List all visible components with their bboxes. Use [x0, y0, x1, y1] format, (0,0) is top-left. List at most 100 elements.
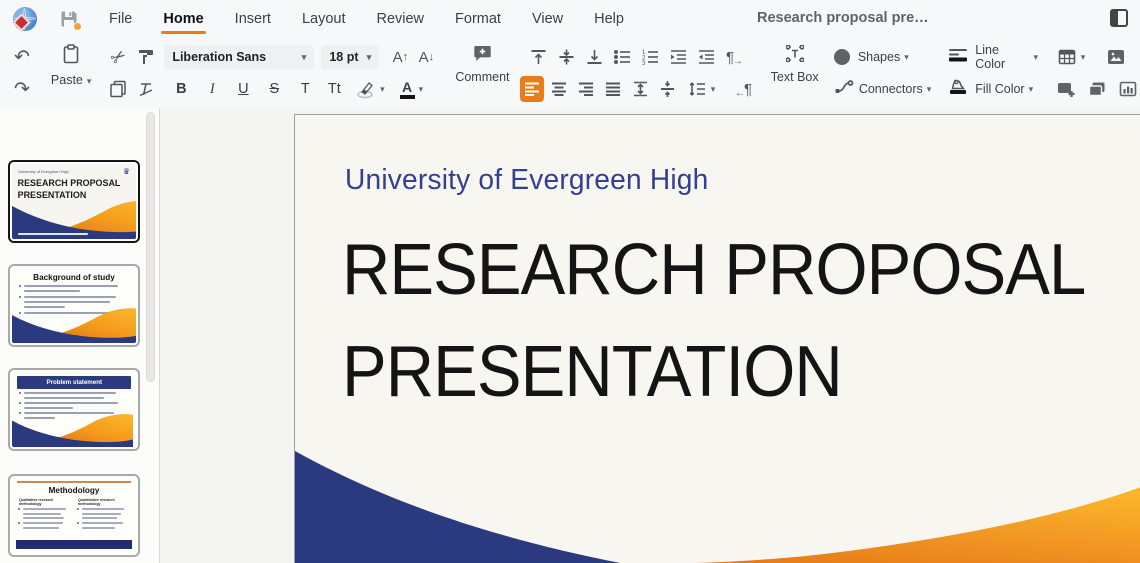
line-color-label: Line Color: [975, 43, 1006, 71]
align-right-button[interactable]: [574, 76, 598, 102]
highlight-caret-icon[interactable]: ▾: [380, 84, 385, 95]
panel-divider: [159, 108, 160, 563]
thumb3-wave-graphic: [12, 414, 134, 447]
slide-thumbnail-1[interactable]: University of Evergreen High ♛ RESEARCH …: [8, 160, 140, 243]
thumb2-title: Background of study: [33, 272, 115, 282]
text-box-button[interactable]: Text Box: [767, 38, 821, 84]
right-to-left-paragraph-button[interactable]: ← ¶: [731, 76, 755, 102]
font-family-select[interactable]: Liberation Sans ▾: [164, 44, 315, 70]
slide-title-text[interactable]: RESEARCH PROPOSAL PRESENTATION: [342, 219, 1086, 423]
menu-file[interactable]: File: [107, 2, 134, 36]
menu-home[interactable]: Home: [161, 2, 206, 36]
connectors-label: Connectors: [858, 82, 923, 96]
thumb2-wave-graphic: [12, 308, 136, 343]
paste-label: Paste: [50, 73, 83, 87]
change-case-button[interactable]: Tt: [322, 76, 346, 102]
line-color-caret-icon[interactable]: ▾: [1033, 52, 1038, 63]
line-color-button[interactable]: Line Color ▾: [947, 42, 1038, 72]
italic-button[interactable]: I: [199, 76, 225, 102]
connectors-caret-icon[interactable]: ▾: [927, 84, 932, 95]
left-to-right-paragraph-button[interactable]: ¶ →: [722, 44, 746, 70]
font-color-caret-icon[interactable]: ▾: [419, 84, 424, 95]
distribute-vertical-button[interactable]: [655, 76, 679, 102]
connector-icon: [834, 78, 854, 101]
copy-button[interactable]: [106, 76, 130, 102]
unsaved-indicator: [73, 22, 82, 31]
app-window: File Home Insert Layout Review Format Vi…: [0, 0, 1140, 563]
menu-review[interactable]: Review: [374, 2, 426, 36]
comment-label: Comment: [455, 70, 510, 84]
align-top-button[interactable]: [526, 44, 550, 70]
comment-button[interactable]: Comment: [452, 38, 512, 84]
insert-table-button[interactable]: ▾: [1054, 44, 1088, 70]
undo-button[interactable]: ↶: [10, 44, 34, 70]
app-logo-icon: [12, 7, 37, 32]
slide-thumbnail-panel: University of Evergreen High ♛ RESEARCH …: [0, 108, 159, 563]
line-spacing-button[interactable]: ▾: [682, 76, 720, 102]
paste-button[interactable]: Paste ▾: [44, 38, 98, 89]
font-color-button[interactable]: A ▾: [393, 76, 429, 102]
shapes-button[interactable]: Shapes ▾: [833, 42, 931, 72]
bullet-list-button[interactable]: [610, 44, 634, 70]
decrease-font-button[interactable]: A ↓: [414, 44, 438, 70]
sidebar-toggle-icon[interactable]: [1110, 9, 1128, 27]
crown-logo-icon: ♛: [122, 167, 130, 176]
align-center-button[interactable]: [547, 76, 571, 102]
thumb4-col1-heading: Qualitative research methodology: [19, 498, 54, 506]
redo-button[interactable]: ↷: [10, 76, 34, 102]
align-left-button[interactable]: [520, 76, 545, 102]
menu-insert[interactable]: Insert: [233, 2, 273, 36]
underline-button[interactable]: U: [230, 76, 256, 102]
thumb4-bottom-bar: [16, 540, 132, 549]
font-size-select[interactable]: 18 pt ▾: [321, 44, 380, 70]
fill-color-caret-icon[interactable]: ▾: [1029, 84, 1034, 95]
fill-color-button[interactable]: Fill Color ▾: [947, 74, 1038, 104]
menu-view[interactable]: View: [530, 2, 565, 36]
increase-font-button[interactable]: A ↑: [388, 44, 412, 70]
uppercase-button[interactable]: T: [292, 76, 318, 102]
document-title: Research proposal pre…: [757, 10, 929, 26]
menu-help[interactable]: Help: [592, 2, 626, 36]
slide-thumbnail-4[interactable]: Methodology Qualitative research methodo…: [8, 474, 140, 557]
thumb1-university-text: University of Evergreen High: [18, 169, 69, 174]
clear-format-button[interactable]: [134, 76, 158, 102]
slide-thumbnail-3[interactable]: Problem statement: [8, 368, 140, 451]
thumb4-columns: Qualitative research methodology Quantit…: [12, 495, 136, 531]
strikethrough-button[interactable]: S: [261, 76, 287, 102]
font-size-value: 18 pt: [329, 50, 359, 64]
insert-image-button[interactable]: [1104, 44, 1128, 70]
new-slide-button[interactable]: [1054, 76, 1078, 102]
comment-icon: [472, 43, 493, 69]
align-bottom-button[interactable]: [582, 44, 606, 70]
slide-title-line2: PRESENTATION: [342, 332, 843, 412]
justify-button[interactable]: [601, 76, 625, 102]
decrease-indent-button[interactable]: [694, 44, 718, 70]
thumb3-title: Problem statement: [46, 379, 102, 386]
align-vertical-center-button[interactable]: [554, 44, 578, 70]
shapes-caret-icon[interactable]: ▾: [904, 52, 909, 63]
numbered-list-button[interactable]: 1 2 3: [638, 44, 662, 70]
table-caret-icon[interactable]: ▾: [1081, 52, 1086, 63]
line-spacing-caret-icon[interactable]: ▾: [711, 84, 716, 95]
thumbnail-scrollbar[interactable]: [146, 112, 155, 382]
save-button[interactable]: [59, 9, 82, 31]
menu-layout[interactable]: Layout: [300, 2, 348, 36]
slide-title-line1: RESEARCH PROPOSAL: [342, 230, 1086, 310]
menu-format[interactable]: Format: [453, 2, 503, 36]
shapes-label: Shapes: [857, 50, 901, 64]
bold-button[interactable]: B: [168, 76, 194, 102]
slide-thumbnail-2[interactable]: Background of study: [8, 264, 140, 347]
fill-color-icon: [947, 78, 969, 101]
insert-chart-button[interactable]: [1116, 76, 1140, 102]
cut-button[interactable]: ✂: [106, 44, 130, 70]
duplicate-slide-button[interactable]: [1085, 76, 1109, 102]
slide-kicker-text[interactable]: University of Evergreen High: [345, 164, 708, 197]
thumb4-title: Methodology: [48, 485, 100, 495]
connectors-button[interactable]: Connectors ▾: [834, 74, 931, 104]
line-height-button[interactable]: [628, 76, 652, 102]
format-painter-button[interactable]: [134, 44, 158, 70]
paste-caret-icon[interactable]: ▾: [87, 76, 92, 86]
highlight-color-button[interactable]: ▾: [353, 76, 387, 102]
slide-canvas[interactable]: University of Evergreen High RESEARCH PR…: [294, 114, 1140, 563]
increase-indent-button[interactable]: [666, 44, 690, 70]
